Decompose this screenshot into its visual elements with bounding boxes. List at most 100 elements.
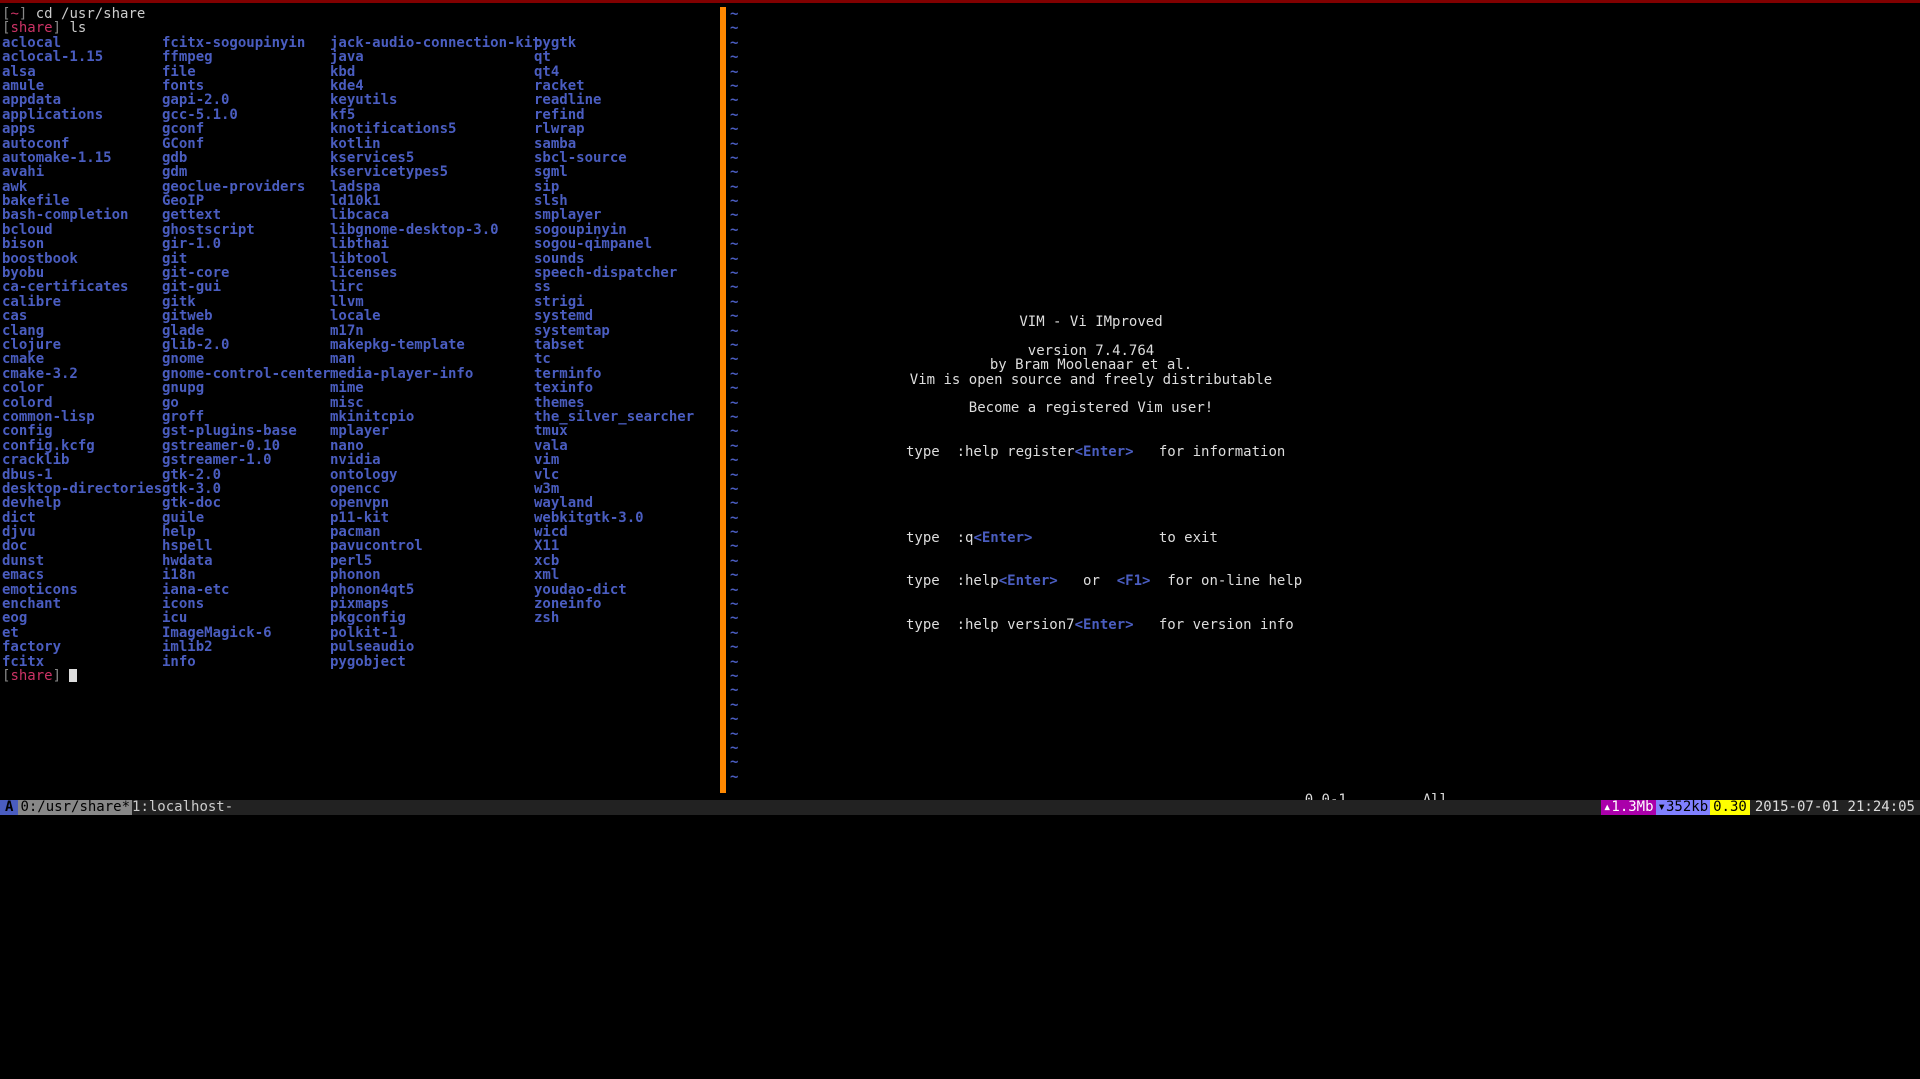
ls-entry: git — [162, 252, 330, 266]
vim-tilde: ~ — [730, 525, 738, 539]
tmux-statusbar[interactable]: A 0:/usr/share* 1:localhost- ▴1.3Mb ▾352… — [0, 800, 1920, 815]
ls-entry: makepkg-template — [330, 338, 534, 352]
ls-entry: colord — [2, 396, 162, 410]
window-1[interactable]: 1:localhost- — [132, 800, 233, 815]
ls-entry: pacman — [330, 525, 534, 539]
ls-entry: config.kcfg — [2, 439, 162, 453]
ls-row: colorgnupgmimetexinfo — [2, 381, 720, 395]
ls-entry: libtool — [330, 252, 534, 266]
ls-entry: bash-completion — [2, 208, 162, 222]
ls-entry: kf5 — [330, 108, 534, 122]
ls-entry: w3m — [534, 482, 704, 496]
ls-entry: file — [162, 65, 330, 79]
ls-entry: GConf — [162, 137, 330, 151]
terminal-screen: [~] cd /usr/share [share] ls aclocalfcit… — [0, 0, 1920, 1079]
ls-entry: jack-audio-connection-kit — [330, 36, 534, 50]
ls-entry: appdata — [2, 93, 162, 107]
ls-entry: factory — [2, 640, 162, 654]
ls-entry: cas — [2, 309, 162, 323]
ls-entry: gitk — [162, 295, 330, 309]
ls-entry: gnome — [162, 352, 330, 366]
ls-entry: libcaca — [330, 208, 534, 222]
vim-tilde: ~ — [730, 424, 738, 438]
vim-tilde: ~ — [730, 568, 738, 582]
ls-entry: texinfo — [534, 381, 704, 395]
ls-entry: ca-certificates — [2, 280, 162, 294]
vim-tilde: ~ — [730, 640, 738, 654]
ls-row: aclocal-1.15ffmpegjavaqt — [2, 50, 720, 64]
ls-entry: go — [162, 396, 330, 410]
ls-row: config.kcfggstreamer-0.10nanovala — [2, 439, 720, 453]
ls-entry: ss — [534, 280, 704, 294]
ls-entry: amule — [2, 79, 162, 93]
vim-tilde: ~ — [730, 79, 738, 93]
ls-entry: slsh — [534, 194, 704, 208]
ls-entry: ontology — [330, 468, 534, 482]
ls-entry: dunst — [2, 554, 162, 568]
vim-tilde: ~ — [730, 180, 738, 194]
ls-row: ca-certificatesgit-guilircss — [2, 280, 720, 294]
ls-entry: git-core — [162, 266, 330, 280]
vim-pane[interactable]: ~~~~~~~~~~~~~~~~~~~~~~~~~~~~~~~~~~~~~~~~… — [726, 7, 1456, 793]
vim-author: by Bram Moolenaar et al. — [726, 358, 1456, 372]
vim-license: Vim is open source and freely distributa… — [726, 373, 1456, 387]
vim-tilde: ~ — [730, 108, 738, 122]
ls-row: avahigdmkservicetypes5sgml — [2, 165, 720, 179]
vim-tilde: ~ — [730, 453, 738, 467]
ls-row: configgst-plugins-basemplayertmux — [2, 424, 720, 438]
ls-entry: gnome-control-center — [162, 367, 330, 381]
ls-row: djvuhelppacmanwicd — [2, 525, 720, 539]
ls-row: emoticonsiana-etcphonon4qt5youdao-dict — [2, 583, 720, 597]
ls-row: aclocalfcitx-sogoupinyinjack-audio-conne… — [2, 36, 720, 50]
vim-tilde: ~ — [730, 669, 738, 683]
prompt-line-3[interactable]: [share] — [2, 669, 720, 683]
vim-register: Become a registered Vim user! — [726, 401, 1456, 415]
ls-output: aclocalfcitx-sogoupinyinjack-audio-conne… — [2, 36, 720, 669]
ls-entry: aclocal — [2, 36, 162, 50]
vim-tilde: ~ — [730, 208, 738, 222]
ls-entry: xcb — [534, 554, 704, 568]
net-up: ▴1.3Mb — [1601, 800, 1656, 815]
ls-row: enchanticonspixmapszoneinfo — [2, 597, 720, 611]
ls-entry: emacs — [2, 568, 162, 582]
ls-entry: kservicetypes5 — [330, 165, 534, 179]
vim-version: version 7.4.764 — [726, 344, 1456, 358]
ls-entry: man — [330, 352, 534, 366]
ls-entry: mime — [330, 381, 534, 395]
load-avg: 0.30 — [1710, 800, 1750, 815]
ls-row: bakefileGeoIPld10k1slsh — [2, 194, 720, 208]
ls-row: common-lispgroffmkinitcpiothe_silver_sea… — [2, 410, 720, 424]
ls-entry — [534, 626, 704, 640]
ls-entry: aclocal-1.15 — [2, 50, 162, 64]
ls-entry: samba — [534, 137, 704, 151]
ls-entry: enchant — [2, 597, 162, 611]
ls-entry: ImageMagick-6 — [162, 626, 330, 640]
ls-entry: readline — [534, 93, 704, 107]
ls-entry: awk — [2, 180, 162, 194]
ls-entry: kbd — [330, 65, 534, 79]
ls-entry: refind — [534, 108, 704, 122]
ls-entry: openvpn — [330, 496, 534, 510]
vim-tilde: ~ — [730, 165, 738, 179]
ls-row: boostbookgitlibtoolsounds — [2, 252, 720, 266]
session-name[interactable]: A — [0, 800, 18, 815]
ls-entry — [534, 640, 704, 654]
ls-row: desktop-directoriesgtk-3.0openccw3m — [2, 482, 720, 496]
ls-entry: gstreamer-0.10 — [162, 439, 330, 453]
ls-entry: zoneinfo — [534, 597, 704, 611]
shell-pane[interactable]: [~] cd /usr/share [share] ls aclocalfcit… — [2, 7, 720, 797]
vim-tilde: ~ — [730, 266, 738, 280]
ls-entry: autoconf — [2, 137, 162, 151]
window-0[interactable]: 0:/usr/share* — [18, 800, 132, 815]
ls-row: bisongir-1.0libthaisogou-qimpanel — [2, 237, 720, 251]
ls-entry: nano — [330, 439, 534, 453]
ls-entry: common-lisp — [2, 410, 162, 424]
ls-entry: gitweb — [162, 309, 330, 323]
ls-entry: bison — [2, 237, 162, 251]
ls-entry: zsh — [534, 611, 704, 625]
ls-entry: sbcl-source — [534, 151, 704, 165]
ls-row: awkgeoclue-providersladspasip — [2, 180, 720, 194]
ls-row: amulefontskde4racket — [2, 79, 720, 93]
ls-row: autoconfGConfkotlinsamba — [2, 137, 720, 151]
vim-tilde: ~ — [730, 223, 738, 237]
